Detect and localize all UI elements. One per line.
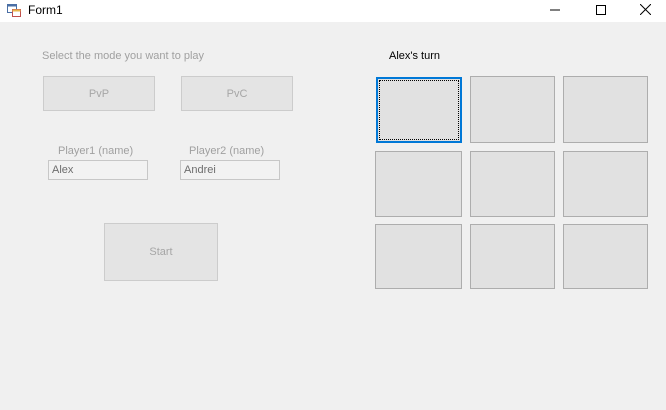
mode-prompt-label: Select the mode you want to play (42, 50, 205, 62)
turn-label: Alex's turn (389, 50, 441, 62)
minimize-icon (550, 2, 560, 20)
maximize-icon (596, 2, 606, 20)
player1-name-field[interactable]: Alex (48, 160, 148, 180)
pvp-button[interactable]: PvP (43, 76, 155, 111)
main-window: Form1 Select the mode you want to play P… (0, 0, 666, 410)
close-button[interactable] (622, 0, 666, 22)
board-cell-1-1[interactable] (470, 151, 555, 217)
pvc-button[interactable]: PvC (181, 76, 293, 111)
player2-name-field[interactable]: Andrei (180, 160, 280, 180)
window-title: Form1 (28, 3, 63, 17)
start-button[interactable]: Start (104, 223, 218, 281)
board-cell-1-2[interactable] (563, 151, 648, 217)
form-app-icon[interactable] (7, 3, 22, 18)
board-cell-2-1[interactable] (470, 224, 555, 289)
minimize-button[interactable] (532, 0, 578, 22)
player2-label: Player2 (name) (189, 145, 265, 157)
board-cell-2-2[interactable] (563, 224, 648, 289)
board-cell-0-0[interactable] (376, 77, 462, 143)
maximize-button[interactable] (578, 0, 624, 22)
board-cell-1-0[interactable] (375, 151, 462, 217)
player1-label: Player1 (name) (58, 145, 134, 157)
board-cell-0-1[interactable] (470, 76, 555, 143)
board-cell-0-2[interactable] (563, 76, 648, 143)
board-cell-2-0[interactable] (375, 224, 462, 289)
close-icon (639, 2, 651, 20)
title-bar[interactable]: Form1 (0, 0, 666, 22)
